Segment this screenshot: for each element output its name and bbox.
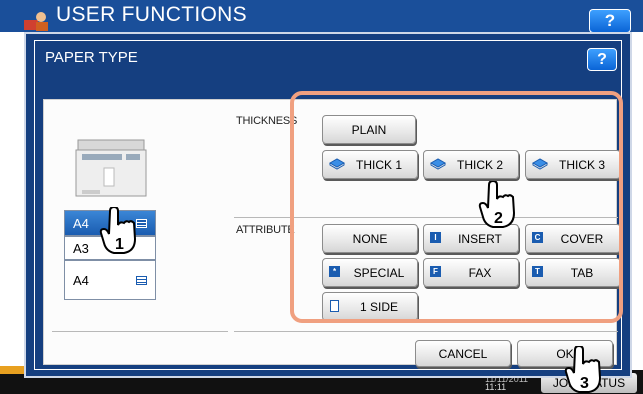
plain-button-label: PLAIN <box>351 122 387 137</box>
insert-icon: I <box>430 232 441 243</box>
tab-button-label: TAB <box>570 265 594 280</box>
drawer-3[interactable]: A4 <box>64 260 156 300</box>
cover-button-label: COVER <box>560 231 604 246</box>
user-functions-icon <box>24 12 48 31</box>
dialog-title: PAPER TYPE <box>45 49 138 66</box>
thick-3-button-label: THICK 3 <box>558 157 605 172</box>
pointing-hand-icon: 3 <box>564 346 602 393</box>
pointing-hand-icon: 2 <box>478 181 516 228</box>
callout-2: 2 <box>494 210 503 227</box>
thick-1-button[interactable]: THICK 1 <box>322 150 418 179</box>
one-side-button[interactable]: 1 SIDE <box>322 292 418 321</box>
divider <box>234 217 618 218</box>
thick-2-button[interactable]: THICK 2 <box>423 150 519 179</box>
fax-icon: F <box>430 266 441 277</box>
thickness-label: THICKNESS <box>236 115 298 127</box>
thick-3-button[interactable]: THICK 3 <box>525 150 621 179</box>
none-button-label: NONE <box>352 231 388 246</box>
clock-time: 11:11 <box>485 382 507 392</box>
dialog-help-button[interactable]: ? <box>587 48 617 71</box>
callout-3: 3 <box>580 375 589 392</box>
drawer-3-label: A4 <box>73 273 89 288</box>
insert-button-label: INSERT <box>458 231 502 246</box>
one-side-icon <box>330 300 339 312</box>
cancel-button-label: CANCEL <box>438 346 488 361</box>
paper-type-dialog: PAPER TYPE ? A4 A3 A4 THICKNESS PLAIN TH… <box>24 32 632 378</box>
landscape-paper-icon <box>136 276 147 285</box>
drawer-2-label: A3 <box>73 241 89 256</box>
plain-button[interactable]: PLAIN <box>322 115 416 144</box>
pointing-hand-icon: 1 <box>99 207 137 254</box>
tab-button[interactable]: T TAB <box>525 258 621 287</box>
paper-thick-2-icon <box>430 158 446 170</box>
fax-button[interactable]: F FAX <box>423 258 519 287</box>
drawer-1-label: A4 <box>73 216 89 231</box>
special-icon: * <box>329 266 340 277</box>
special-button[interactable]: * SPECIAL <box>322 258 418 287</box>
cover-button[interactable]: C COVER <box>525 224 621 253</box>
dialog-frame: PAPER TYPE ? A4 A3 A4 THICKNESS PLAIN TH… <box>34 40 622 370</box>
cancel-button[interactable]: CANCEL <box>415 340 511 367</box>
paper-thick-3-icon <box>532 158 548 170</box>
app-title: USER FUNCTIONS <box>56 3 247 26</box>
fax-button-label: FAX <box>468 265 492 280</box>
divider <box>52 331 228 332</box>
cover-icon: C <box>532 232 543 243</box>
special-button-label: SPECIAL <box>353 265 405 280</box>
thick-2-button-label: THICK 2 <box>456 157 503 172</box>
app-help-button[interactable]: ? <box>589 9 631 33</box>
none-button[interactable]: NONE <box>322 224 418 253</box>
tab-icon: T <box>532 266 543 277</box>
one-side-button-label: 1 SIDE <box>359 299 398 314</box>
divider <box>234 331 618 332</box>
attribute-label: ATTRIBUTE <box>236 224 295 236</box>
printer-icon <box>75 139 147 197</box>
paper-thick-1-icon <box>329 158 345 170</box>
callout-1: 1 <box>115 236 124 253</box>
thick-1-button-label: THICK 1 <box>355 157 402 172</box>
